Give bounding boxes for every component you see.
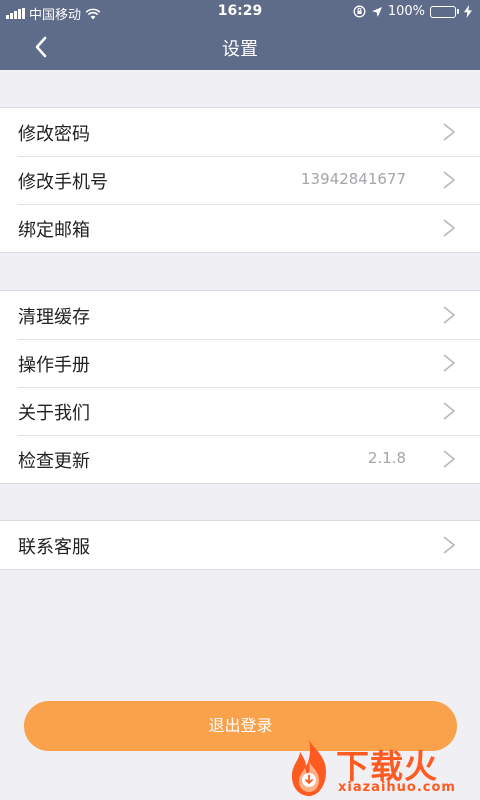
row-label: 操作手册 <box>18 355 90 376</box>
check-update-row[interactable]: 检查更新 2.1.8 <box>0 435 480 483</box>
account-settings-group: 修改密码 修改手机号 13942841677 绑定邮箱 <box>0 107 480 253</box>
battery-icon <box>430 5 459 18</box>
status-bar: 中国移动 16:29 100% <box>0 0 480 24</box>
chevron-right-icon <box>443 171 456 189</box>
chevron-right-icon <box>443 536 456 554</box>
row-label: 清理缓存 <box>18 307 90 328</box>
chevron-right-icon <box>443 306 456 324</box>
chevron-right-icon <box>443 123 456 141</box>
chevron-right-icon <box>443 354 456 372</box>
chevron-right-icon <box>443 402 456 420</box>
change-password-row[interactable]: 修改密码 <box>0 108 480 156</box>
flame-download-icon <box>291 740 326 796</box>
location-arrow-icon <box>371 6 382 17</box>
chevron-right-icon <box>443 219 456 237</box>
version-value: 2.1.8 <box>367 449 406 467</box>
status-right: 100% <box>353 4 472 19</box>
user-manual-row[interactable]: 操作手册 <box>0 339 480 387</box>
battery-percent: 100% <box>387 4 425 19</box>
about-us-row[interactable]: 关于我们 <box>0 387 480 435</box>
row-label: 检查更新 <box>18 451 90 472</box>
row-label: 修改手机号 <box>18 172 108 193</box>
bind-email-row[interactable]: 绑定邮箱 <box>0 204 480 252</box>
watermark-logo: 下载火 xiazaihuo.com <box>284 736 480 800</box>
row-label: 联系客服 <box>18 537 90 558</box>
page-title: 设置 <box>222 39 258 60</box>
clear-cache-row[interactable]: 清理缓存 <box>0 291 480 339</box>
watermark-site: xiazaihuo.com <box>338 780 456 795</box>
chevron-right-icon <box>443 450 456 468</box>
row-label: 绑定邮箱 <box>18 220 90 241</box>
charging-bolt-icon <box>464 5 472 18</box>
rotation-lock-icon <box>353 5 366 18</box>
app-settings-group: 清理缓存 操作手册 关于我们 检查更新 2.1.8 <box>0 290 480 484</box>
row-label: 关于我们 <box>18 403 90 424</box>
phone-number-value: 13942841677 <box>301 170 406 188</box>
change-phone-row[interactable]: 修改手机号 13942841677 <box>0 156 480 204</box>
nav-bar: 设置 <box>0 24 480 70</box>
support-group: 联系客服 <box>0 520 480 570</box>
contact-support-row[interactable]: 联系客服 <box>0 521 480 569</box>
row-label: 修改密码 <box>18 124 90 145</box>
